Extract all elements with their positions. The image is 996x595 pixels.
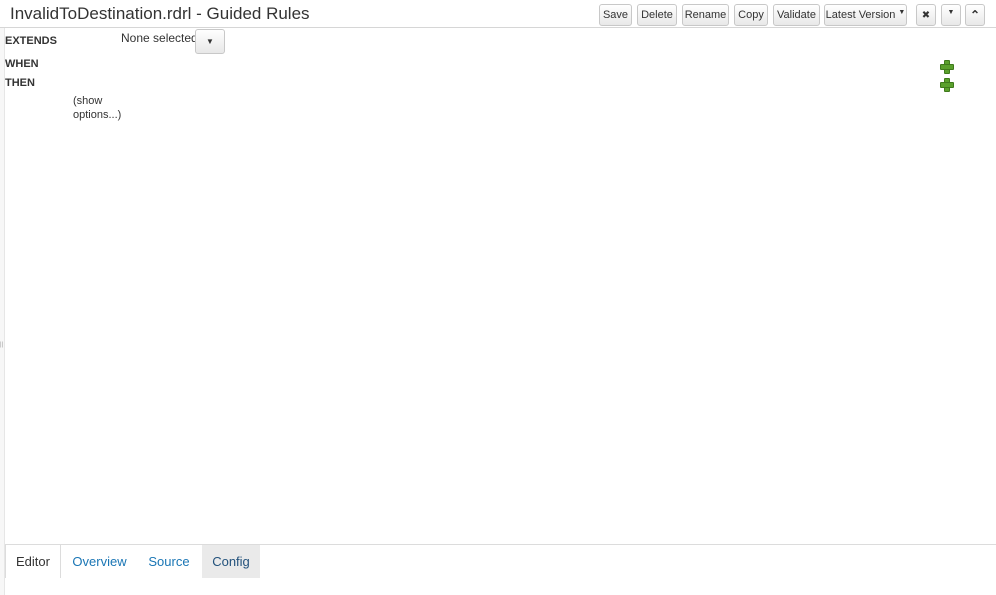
then-label: THEN <box>5 77 35 89</box>
add-action-icon[interactable] <box>940 78 954 92</box>
tab-source[interactable]: Source <box>138 545 200 578</box>
show-options-link[interactable]: (show options...) <box>73 94 133 122</box>
close-icon: ✖ <box>921 9 931 21</box>
chevron-up-icon: ⌃ <box>969 8 981 22</box>
close-button[interactable]: ✖ <box>916 4 936 26</box>
rename-button[interactable]: Rename <box>682 4 729 26</box>
extends-dropdown-button[interactable]: ▼ <box>195 29 225 54</box>
latest-version-dropdown[interactable]: Latest Version ▼ <box>824 4 907 26</box>
tab-config[interactable]: Config <box>202 545 260 578</box>
latest-version-label: Latest Version <box>825 9 896 21</box>
save-button[interactable]: Save <box>599 4 632 26</box>
copy-button[interactable]: Copy <box>734 4 768 26</box>
extends-selected-value: None selected <box>121 31 198 45</box>
delete-button[interactable]: Delete <box>637 4 677 26</box>
editor-header: InvalidToDestination.rdrl - Guided Rules… <box>0 0 996 28</box>
when-label: WHEN <box>5 58 39 70</box>
tab-editor[interactable]: Editor <box>5 545 61 578</box>
caret-down-icon: ▼ <box>947 8 955 16</box>
add-condition-icon[interactable] <box>940 60 954 74</box>
editor-tab-bar: Editor Overview Source Config <box>5 544 996 595</box>
resize-handle[interactable]: || <box>0 342 3 348</box>
extends-label: EXTENDS <box>5 35 57 47</box>
caret-down-icon: ▼ <box>898 8 906 16</box>
page-title: InvalidToDestination.rdrl - Guided Rules <box>10 4 310 23</box>
validate-button[interactable]: Validate <box>773 4 820 26</box>
caret-down-icon: ▼ <box>206 37 214 46</box>
collapse-button[interactable]: ⌃ <box>965 4 985 26</box>
tab-overview[interactable]: Overview <box>63 545 136 578</box>
left-panel-edge <box>0 28 5 595</box>
options-dropdown-button[interactable]: ▼ <box>941 4 961 26</box>
